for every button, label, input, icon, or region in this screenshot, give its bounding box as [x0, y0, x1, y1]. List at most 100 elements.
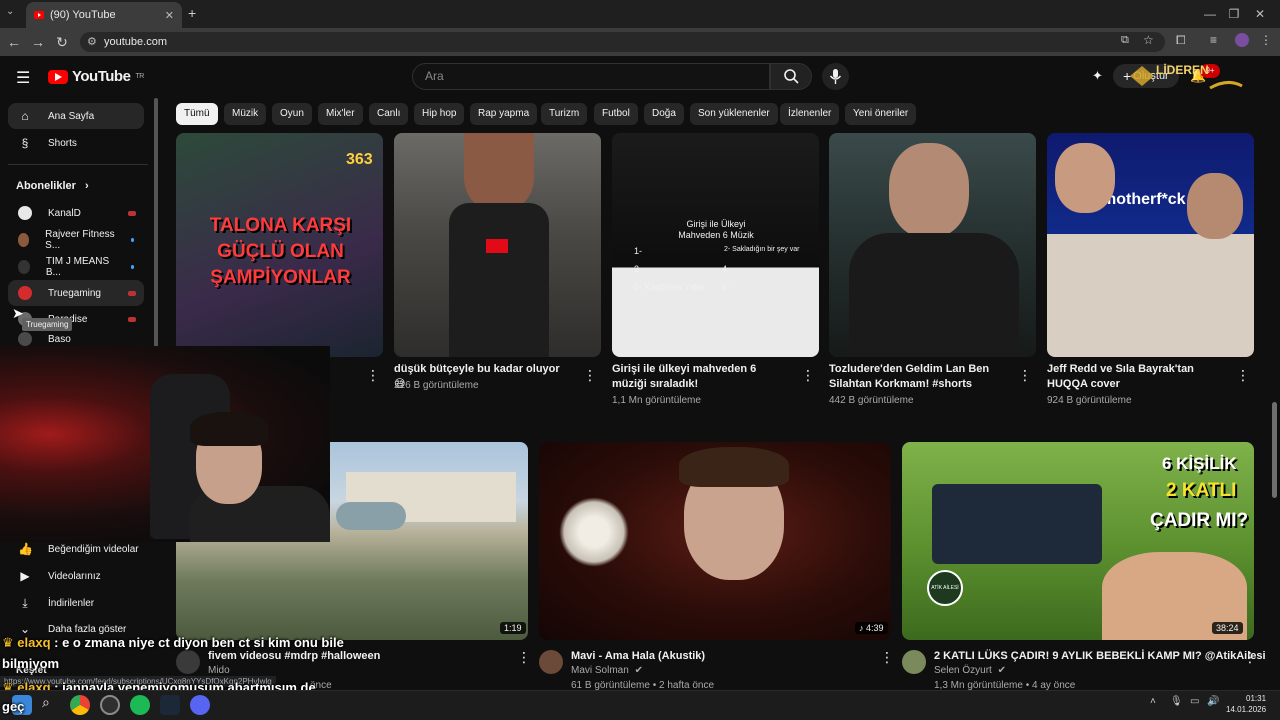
thumbnail-jacket	[849, 233, 1019, 357]
video-thumbnail[interactable]: motherf*ck	[1047, 133, 1254, 357]
discord-app-icon[interactable]	[190, 695, 210, 715]
channel-name[interactable]: Selen Özyurt ✔	[934, 665, 1006, 676]
forward-icon[interactable]: →	[28, 32, 48, 52]
chat-message: ♛ elaxq : e o zmana niye ct diyon ben ct…	[2, 635, 344, 651]
hamburger-menu-icon[interactable]: ☰	[16, 68, 30, 88]
streamer-hair	[190, 412, 268, 446]
chip[interactable]: Canlı	[369, 103, 409, 125]
spotify-app-icon[interactable]	[130, 695, 150, 715]
install-app-icon[interactable]: ⧉	[1121, 34, 1129, 47]
profile-avatar[interactable]	[1235, 33, 1249, 47]
taskbar-clock[interactable]: 01:31 14.01.2026	[1226, 693, 1266, 715]
channel-avatar[interactable]	[902, 650, 926, 674]
chip-all[interactable]: Tümü	[176, 103, 218, 125]
page-scrollbar[interactable]	[1272, 402, 1277, 498]
search-icon[interactable]: ⌕	[42, 694, 50, 711]
thumbnail-text: ÇADIR MI?	[1150, 510, 1249, 531]
tray-chevron-icon[interactable]: ˄	[1150, 696, 1156, 707]
window-close-icon[interactable]: ✕	[1250, 4, 1270, 24]
sidebar-sub-item[interactable]: TIM J MEANS B...	[8, 254, 144, 280]
sidebar-sub-item[interactable]: KanalD	[8, 200, 144, 226]
live-indicator	[128, 316, 136, 322]
video-thumbnail[interactable]: Girişi ile Ülkeyi Mahveden 6 Müzik 1- 2-…	[612, 133, 819, 357]
voice-search-button[interactable]	[822, 63, 849, 90]
search-input[interactable]: Ara	[412, 63, 770, 90]
video-thumbnail[interactable]: ♪ 4:39	[539, 442, 891, 640]
more-options-icon[interactable]: ⋮	[366, 367, 380, 384]
more-options-icon[interactable]: ⋮	[880, 649, 894, 666]
chrome-app-icon[interactable]	[70, 695, 90, 715]
video-thumbnail[interactable]: 363 TALONA KARŞI GÜÇLÜ OLAN ŞAMPİYONLAR	[176, 133, 383, 357]
channel-avatar[interactable]	[176, 650, 200, 674]
tab-close-icon[interactable]: ✕	[165, 9, 174, 22]
youtube-logo[interactable]: YouTube TR	[48, 68, 144, 85]
sidebar-scrollbar[interactable]	[154, 98, 158, 348]
reload-icon[interactable]: ↻	[52, 32, 72, 52]
chip[interactable]: Doğa	[644, 103, 684, 125]
video-title[interactable]: Tozludere'den Geldim Lan Ben Silahtan Ko…	[829, 362, 1009, 392]
sidebar-item-your-videos[interactable]: ▶ Videolarınız	[8, 563, 144, 589]
sidebar-item-label: Truegaming	[48, 287, 101, 299]
more-options-icon[interactable]: ⋮	[1236, 367, 1250, 384]
live-indicator	[128, 290, 136, 296]
video-title[interactable]: 2 KATLI LÜKS ÇADIR! 9 AYLIK BEBEKLİ KAMP…	[934, 649, 1266, 664]
video-title[interactable]: fivem videosu #mdrp #halloween	[208, 649, 380, 664]
search-button[interactable]	[770, 63, 812, 90]
channel-name[interactable]: Mido	[208, 665, 230, 676]
extensions-icon[interactable]: ⧠	[1176, 33, 1186, 48]
sidebar-item-home[interactable]: ⌂ Ana Sayfa	[8, 103, 144, 129]
more-options-icon[interactable]: ⋮	[801, 367, 815, 384]
chip[interactable]: Rap yapma	[470, 103, 538, 125]
volume-icon[interactable]: 🔊	[1207, 696, 1219, 707]
chip[interactable]: Futbol	[594, 103, 638, 125]
channel-name[interactable]: Mavi Solman ✔	[571, 665, 643, 676]
chip[interactable]: Yeni öneriler	[845, 103, 917, 125]
minimize-icon[interactable]: —	[1200, 4, 1220, 24]
video-title[interactable]: Girişi ile ülkeyi mahveden 6 müziği sıra…	[612, 362, 792, 392]
obs-app-icon[interactable]	[100, 695, 120, 715]
avatar	[18, 286, 32, 300]
channel-avatar[interactable]	[539, 650, 563, 674]
sidebar-sub-item[interactable]: Truegaming	[8, 280, 144, 306]
tab-list-icon[interactable]: ⌄	[6, 6, 14, 17]
site-info-icon[interactable]: ⚙	[87, 32, 97, 52]
more-options-icon[interactable]: ⋮	[583, 367, 597, 384]
steam-app-icon[interactable]	[160, 695, 180, 715]
network-icon[interactable]: ▭	[1190, 696, 1199, 707]
chip[interactable]: Oyun	[272, 103, 312, 125]
microphone-tray-icon[interactable]: 🎙	[1170, 696, 1183, 707]
more-options-icon[interactable]: ⋮	[1018, 367, 1032, 384]
video-title[interactable]: Jeff Redd ve Sıla Bayrak'tan HUQQA cover	[1047, 362, 1227, 392]
more-options-icon[interactable]: ⋮	[1243, 649, 1257, 666]
chip[interactable]: Hip hop	[414, 103, 465, 125]
music-note-icon: ♪	[859, 623, 867, 633]
address-bar[interactable]: ⚙ youtube.com	[80, 32, 1165, 52]
cast-icon[interactable]: ✦	[1092, 68, 1103, 84]
sidebar-item-downloads[interactable]: ⤓ İndirilenler	[8, 590, 144, 616]
video-thumbnail[interactable]: 6 KİŞİLİK 2 KATLI ÇADIR MI? ATİK AİLESİ …	[902, 442, 1254, 640]
browser-tab[interactable]: (90) YouTube ✕	[26, 2, 182, 28]
more-options-icon[interactable]: ⋮	[517, 649, 531, 666]
sidebar-sub-item[interactable]: Rajveer Fitness S...	[8, 227, 144, 253]
chip[interactable]: Turizm	[541, 103, 588, 125]
chip[interactable]: Son yüklenenler	[690, 103, 778, 125]
bookmark-star-icon[interactable]: ☆	[1143, 33, 1154, 47]
video-thumbnail[interactable]	[829, 133, 1036, 357]
subscriptions-header[interactable]: Abonelikler ›	[16, 180, 89, 192]
video-title[interactable]: Mavi - Ama Hala (Akustik)	[571, 649, 705, 664]
thumbnail-list-item: 1-	[634, 246, 643, 256]
chip[interactable]: Müzik	[224, 103, 267, 125]
thumbnail-text: TALONA KARŞI GÜÇLÜ OLAN ŞAMPİYONLAR	[209, 215, 352, 288]
sidebar-item-shorts[interactable]: § Shorts	[8, 130, 144, 156]
reading-list-icon[interactable]: ≡	[1210, 33, 1217, 47]
sidebar-sub-item[interactable]: Baso	[8, 332, 144, 346]
chip[interactable]: Mix'ler	[318, 103, 363, 125]
back-icon[interactable]: ←	[4, 32, 24, 52]
browser-menu-icon[interactable]: ⋮	[1260, 33, 1272, 47]
video-thumbnail[interactable]	[394, 133, 601, 357]
chip[interactable]: İzlenenler	[780, 103, 840, 125]
youtube-favicon-icon	[34, 11, 44, 19]
chat-message-cont: bilmiyom	[2, 656, 60, 671]
restore-icon[interactable]: ❐	[1224, 4, 1244, 24]
new-tab-icon[interactable]: +	[188, 5, 196, 21]
